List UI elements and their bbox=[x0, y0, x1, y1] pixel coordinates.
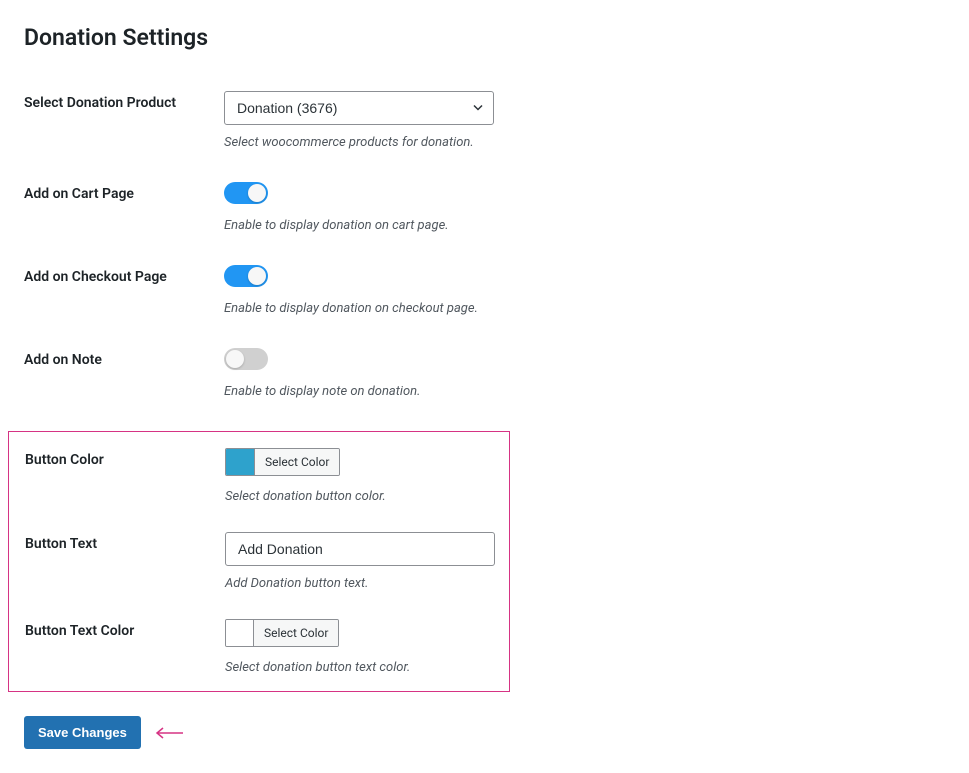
button-text-color-picker[interactable]: Select Color bbox=[225, 619, 339, 647]
select-color-label[interactable]: Select Color bbox=[254, 620, 338, 646]
desc-button-text-color: Select donation button text color. bbox=[225, 660, 410, 675]
desc-button-text: Add Donation button text. bbox=[225, 576, 495, 591]
row-button-color: Button Color Select Color Select donatio… bbox=[25, 448, 509, 504]
label-select-product: Select Donation Product bbox=[24, 91, 224, 111]
toggle-knob bbox=[248, 184, 266, 202]
color-swatch-icon bbox=[226, 620, 254, 646]
select-color-label[interactable]: Select Color bbox=[254, 449, 339, 475]
row-button-text: Button Text Add Donation button text. bbox=[25, 532, 509, 591]
arrow-left-icon bbox=[153, 726, 185, 740]
color-swatch-icon bbox=[226, 449, 254, 475]
desc-select-product: Select woocommerce products for donation… bbox=[224, 135, 494, 150]
row-select-product: Select Donation Product Select woocommer… bbox=[24, 91, 945, 150]
label-add-note: Add on Note bbox=[24, 348, 224, 368]
toggle-knob bbox=[248, 267, 266, 285]
toggle-add-checkout[interactable] bbox=[224, 265, 268, 287]
toggle-knob bbox=[226, 350, 244, 368]
highlight-annotation: Button Color Select Color Select donatio… bbox=[8, 431, 510, 692]
label-button-text-color: Button Text Color bbox=[25, 619, 225, 639]
save-row: Save Changes bbox=[24, 716, 945, 749]
desc-add-note: Enable to display note on donation. bbox=[224, 384, 420, 399]
button-text-input[interactable] bbox=[225, 532, 495, 566]
settings-form: Select Donation Product Select woocommer… bbox=[24, 91, 945, 749]
row-add-note: Add on Note Enable to display note on do… bbox=[24, 348, 945, 399]
toggle-add-cart[interactable] bbox=[224, 182, 268, 204]
row-add-checkout: Add on Checkout Page Enable to display d… bbox=[24, 265, 945, 316]
label-button-text: Button Text bbox=[25, 532, 225, 552]
desc-add-cart: Enable to display donation on cart page. bbox=[224, 218, 449, 233]
button-color-picker[interactable]: Select Color bbox=[225, 448, 340, 476]
donation-product-select[interactable] bbox=[224, 91, 494, 125]
label-add-checkout: Add on Checkout Page bbox=[24, 265, 224, 285]
desc-add-checkout: Enable to display donation on checkout p… bbox=[224, 301, 478, 316]
row-add-cart: Add on Cart Page Enable to display donat… bbox=[24, 182, 945, 233]
toggle-add-note[interactable] bbox=[224, 348, 268, 370]
save-changes-button[interactable]: Save Changes bbox=[24, 716, 141, 749]
label-button-color: Button Color bbox=[25, 448, 225, 468]
row-button-text-color: Button Text Color Select Color Select do… bbox=[25, 619, 509, 675]
label-add-cart: Add on Cart Page bbox=[24, 182, 224, 202]
desc-button-color: Select donation button color. bbox=[225, 489, 386, 504]
donation-product-value[interactable] bbox=[224, 91, 494, 125]
page-title: Donation Settings bbox=[24, 24, 945, 51]
